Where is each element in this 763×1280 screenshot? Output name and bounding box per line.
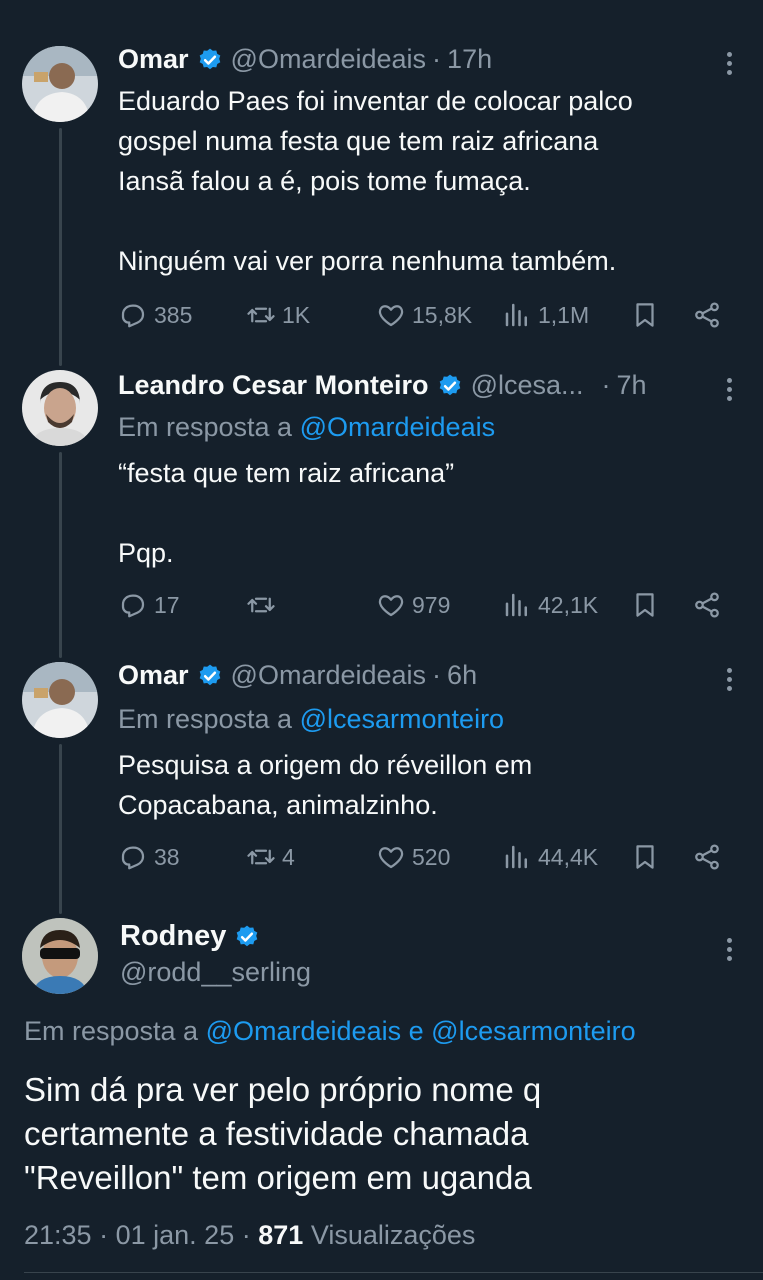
- bookmark-button[interactable]: [630, 590, 666, 620]
- reply-mention-link[interactable]: @lcesarmonteiro: [431, 1016, 635, 1046]
- views-count: 871: [258, 1220, 304, 1250]
- retweet-icon: [247, 307, 275, 323]
- author-handle[interactable]: @Omardeideais: [231, 44, 427, 75]
- tweet-text: “festa que tem raiz africana” Pqp.: [118, 458, 455, 568]
- reply-button[interactable]: 38: [118, 842, 180, 872]
- like-button[interactable]: 15,8K: [376, 300, 472, 330]
- verified-badge-icon: [197, 47, 223, 73]
- avatar[interactable]: [22, 46, 98, 122]
- bookmark-button[interactable]: [630, 842, 666, 872]
- like-icon: [378, 847, 404, 869]
- author-name[interactable]: Rodney: [120, 920, 226, 953]
- views-button[interactable]: 42,1K: [502, 590, 598, 620]
- reply-mention-link[interactable]: @Omardeideais: [206, 1016, 402, 1046]
- like-count: 520: [412, 843, 451, 870]
- like-icon: [378, 305, 404, 327]
- reply-icon: [121, 594, 145, 618]
- tweet-text: Sim dá pra ver pelo próprio nome q certa…: [24, 1071, 542, 1196]
- more-options-icon[interactable]: [727, 668, 733, 695]
- bookmark-icon: [636, 845, 654, 869]
- views-count: 1,1M: [538, 301, 590, 328]
- views-icon: [505, 845, 527, 869]
- reply-context: Em resposta a @Omardeideais: [118, 412, 496, 442]
- divider: [24, 1272, 763, 1273]
- share-button[interactable]: [692, 590, 728, 620]
- views-icon: [505, 593, 527, 617]
- like-count: 979: [412, 591, 451, 618]
- author-name[interactable]: Omar: [118, 44, 189, 75]
- tweet-3[interactable]: Omar @Omardeideais · 6h Em resposta a @l…: [0, 650, 763, 900]
- share-icon: [695, 844, 719, 870]
- more-options-icon[interactable]: [727, 378, 733, 405]
- main-tweet: Rodney @rodd__serling Em resposta a @Oma…: [0, 900, 763, 1272]
- retweet-button[interactable]: 4: [246, 842, 295, 872]
- timestamp[interactable]: 7h: [617, 370, 647, 401]
- avatar[interactable]: [22, 370, 98, 446]
- share-button[interactable]: [692, 300, 728, 330]
- reply-context: Em resposta a @lcesarmonteiro: [118, 704, 505, 734]
- share-icon: [695, 592, 719, 618]
- retweet-button[interactable]: [246, 590, 282, 620]
- action-bar: 38 4 520 44,4K: [118, 842, 727, 876]
- like-button[interactable]: 979: [376, 590, 450, 620]
- bookmark-icon: [636, 593, 654, 617]
- retweet-icon: [247, 597, 275, 613]
- like-count: 15,8K: [412, 301, 473, 328]
- timestamp[interactable]: 17h: [447, 44, 492, 75]
- views-button[interactable]: 1,1M: [502, 300, 589, 330]
- verified-badge-icon: [234, 924, 260, 950]
- like-icon: [378, 595, 404, 617]
- avatar[interactable]: [22, 918, 98, 994]
- more-options-icon[interactable]: [727, 52, 733, 79]
- author-name[interactable]: Omar: [118, 660, 189, 691]
- tweet-1[interactable]: Omar @Omardeideais · 17h Eduardo Paes fo…: [0, 0, 763, 360]
- retweet-icon: [247, 849, 275, 865]
- reply-icon: [121, 304, 145, 328]
- date[interactable]: 01 jan. 25: [116, 1220, 235, 1250]
- reply-count: 38: [154, 843, 180, 870]
- separator: ·: [432, 44, 442, 74]
- share-icon: [695, 302, 719, 328]
- share-button[interactable]: [692, 842, 728, 872]
- separator: ·: [432, 660, 442, 690]
- avatar[interactable]: [22, 662, 98, 738]
- verified-badge-icon: [437, 373, 463, 399]
- bookmark-icon: [636, 303, 654, 327]
- action-bar: 17 979 42,1K: [118, 590, 727, 624]
- author-handle[interactable]: @lcesa...: [471, 370, 584, 401]
- reply-context: Em resposta a @Omardeideais e @lcesarmon…: [24, 1016, 636, 1046]
- bookmark-button[interactable]: [630, 300, 666, 330]
- views-count: 42,1K: [538, 591, 599, 618]
- tweet-2[interactable]: Leandro Cesar Monteiro @lcesa... · 7h Em…: [0, 360, 763, 650]
- retweet-button[interactable]: 1K: [246, 300, 310, 330]
- reply-count: 17: [154, 591, 180, 618]
- reply-count: 385: [154, 301, 193, 328]
- author-handle[interactable]: @Omardeideais: [231, 660, 427, 691]
- timestamp[interactable]: 6h: [447, 660, 477, 691]
- reply-mention-link[interactable]: @Omardeideais: [300, 412, 496, 442]
- reply-mention-link[interactable]: @lcesarmonteiro: [300, 704, 504, 734]
- timestamp[interactable]: 21:35: [24, 1220, 92, 1250]
- like-button[interactable]: 520: [376, 842, 450, 872]
- verified-badge-icon: [197, 663, 223, 689]
- retweet-count: 1K: [282, 301, 311, 328]
- author-name[interactable]: Leandro Cesar Monteiro: [118, 370, 429, 401]
- views-icon: [505, 303, 527, 327]
- action-bar: 385 1K 15,8K 1,1M: [118, 300, 727, 334]
- tweet-meta: 21:35 · 01 jan. 25 · 871 Visualizações: [24, 1220, 476, 1250]
- tweet-text: Eduardo Paes foi inventar de colocar pal…: [118, 86, 633, 276]
- author-handle[interactable]: @rodd__serling: [120, 957, 311, 988]
- reply-icon: [121, 846, 145, 870]
- more-options-icon[interactable]: [727, 938, 733, 965]
- separator: ·: [601, 370, 611, 400]
- views-count: 44,4K: [538, 843, 599, 870]
- reply-button[interactable]: 17: [118, 590, 180, 620]
- retweet-count: 4: [282, 843, 295, 870]
- views-button[interactable]: 44,4K: [502, 842, 598, 872]
- views-label: Visualizações: [310, 1220, 476, 1250]
- tweet-text: Pesquisa a origem do réveillon em Copaca…: [118, 750, 533, 820]
- reply-button[interactable]: 385: [118, 300, 192, 330]
